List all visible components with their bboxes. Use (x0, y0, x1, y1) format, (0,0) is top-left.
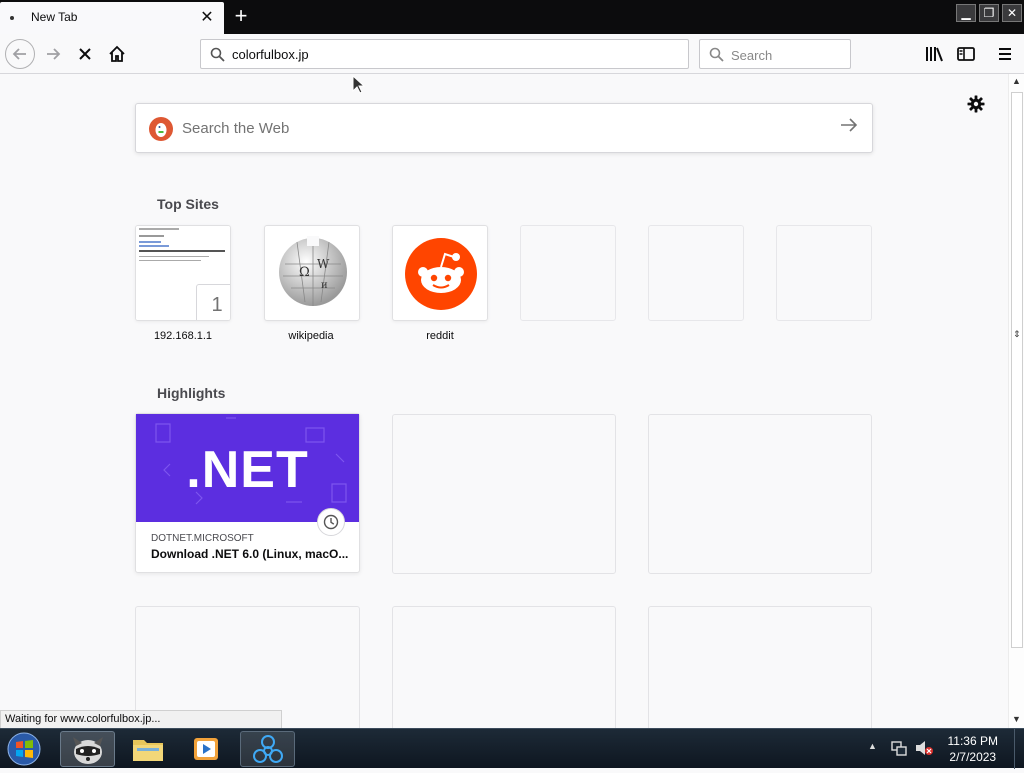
home-icon (109, 45, 125, 62)
highlight-card[interactable]: .NET DOTNET.MICROSOFT Download .NET 6.0 … (135, 413, 360, 573)
wikipedia-logo-icon: Ω W и (279, 236, 347, 306)
folder-icon (133, 740, 163, 761)
volume-muted-icon[interactable] (914, 739, 934, 757)
menu-button[interactable] (991, 40, 1019, 68)
empty-top-site-slot (520, 225, 616, 321)
reddit-logo-icon (405, 238, 477, 310)
search-bar[interactable]: Search (699, 39, 851, 69)
scroll-down-arrow-icon[interactable]: ▼ (1012, 714, 1021, 724)
top-site-label[interactable]: wikipedia (251, 330, 371, 342)
forward-arrow-icon (47, 48, 61, 60)
highlights-heading: Highlights (157, 385, 226, 401)
search-icon (709, 47, 724, 62)
top-site-tile[interactable] (392, 225, 488, 321)
taskbar-media-player[interactable] (186, 731, 226, 767)
biohazard-icon (253, 735, 283, 763)
highlight-title: Download .NET 6.0 (Linux, macO... (151, 547, 349, 561)
taskbar: ▲ 11:36 PM 2/7/2023 (0, 728, 1024, 769)
network-icon[interactable] (890, 739, 908, 757)
taskbar-file-explorer[interactable] (128, 731, 168, 767)
svg-text:W: W (317, 257, 330, 271)
clock-time: 11:36 PM (947, 734, 998, 748)
sidebar-button[interactable] (952, 40, 980, 68)
hamburger-menu-icon (999, 48, 1011, 60)
empty-top-site-slot (648, 225, 744, 321)
empty-highlight-slot (648, 414, 872, 574)
search-placeholder: Search (731, 48, 773, 63)
search-submit-arrow-icon[interactable] (840, 116, 858, 139)
dotnet-logo-text: .NET (186, 441, 309, 499)
svg-text:Ω: Ω (299, 265, 310, 280)
tab-title: New Tab (31, 10, 78, 24)
close-tab-icon[interactable]: ✕ (197, 8, 217, 28)
vertical-scrollbar[interactable]: ▲ ⇕ ▼ (1008, 74, 1024, 728)
tile-index-badge: 1 (196, 284, 230, 320)
mouse-cursor-icon (352, 75, 366, 94)
top-sites-heading: Top Sites (157, 196, 219, 212)
stop-button[interactable] (71, 40, 99, 68)
scroll-up-arrow-icon[interactable]: ▲ (1012, 76, 1021, 86)
status-bar: Waiting for www.colorfulbox.jp... (0, 710, 282, 729)
duckduckgo-logo-icon (149, 117, 173, 141)
minimize-button[interactable]: ▁ (956, 4, 976, 22)
empty-top-site-slot (776, 225, 872, 321)
scrollbar-thumb[interactable]: ⇕ (1011, 92, 1023, 648)
taskbar-hazard-app[interactable] (240, 731, 295, 767)
taskbar-browser-app[interactable] (60, 731, 115, 767)
system-clock[interactable]: 11:36 PM 2/7/2023 (948, 733, 998, 765)
top-site-label[interactable]: 192.168.1.1 (123, 330, 243, 342)
search-icon (210, 47, 225, 62)
sidebar-icon (957, 47, 975, 61)
library-button[interactable] (920, 40, 948, 68)
new-tab-button[interactable]: + (228, 4, 254, 30)
new-tab-page: Search the Web Top Sites 1 192.168.1.1 Ω… (0, 74, 1008, 728)
tab-new-tab[interactable]: New Tab ✕ (0, 2, 224, 34)
stop-icon (79, 48, 91, 60)
gear-icon (967, 95, 985, 113)
raccoon-browser-icon (73, 737, 103, 764)
top-site-tile[interactable]: 1 (135, 225, 231, 321)
clock-date: 2/7/2023 (949, 750, 997, 764)
back-button[interactable] (5, 39, 35, 69)
grip-icon: ⇕ (1013, 329, 1021, 339)
windows-start-orb-icon (7, 732, 41, 766)
customize-button[interactable] (966, 94, 988, 116)
home-button[interactable] (103, 40, 131, 68)
media-player-icon (194, 738, 218, 760)
web-search-placeholder: Search the Web (182, 120, 290, 137)
top-site-tile[interactable]: Ω W и (264, 225, 360, 321)
web-search-box[interactable]: Search the Web (135, 103, 873, 153)
library-icon (926, 47, 943, 62)
back-arrow-icon (12, 48, 26, 60)
restore-button[interactable]: ❐ (979, 4, 999, 22)
empty-highlight-slot (648, 606, 872, 728)
navigation-toolbar: colorfulbox.jp Search (0, 34, 1024, 74)
close-window-button[interactable]: ✕ (1002, 4, 1022, 22)
forward-button[interactable] (39, 40, 67, 68)
top-site-label[interactable]: reddit (380, 330, 500, 342)
highlight-image: .NET (136, 414, 359, 522)
url-text: colorfulbox.jp (232, 47, 309, 62)
history-clock-icon (317, 508, 345, 536)
highlight-source: DOTNET.MICROSOFT (151, 533, 254, 544)
url-bar[interactable]: colorfulbox.jp (200, 39, 689, 69)
start-button[interactable] (4, 731, 48, 767)
svg-text:и: и (321, 280, 328, 291)
show-desktop-button[interactable] (1014, 729, 1024, 769)
loading-indicator-icon (10, 16, 14, 20)
tab-strip: New Tab ✕ + ▁ ❐ ✕ (0, 0, 1024, 34)
show-hidden-icons-chevron-icon[interactable]: ▲ (868, 741, 877, 751)
empty-highlight-slot (392, 414, 616, 574)
empty-highlight-slot (392, 606, 616, 728)
